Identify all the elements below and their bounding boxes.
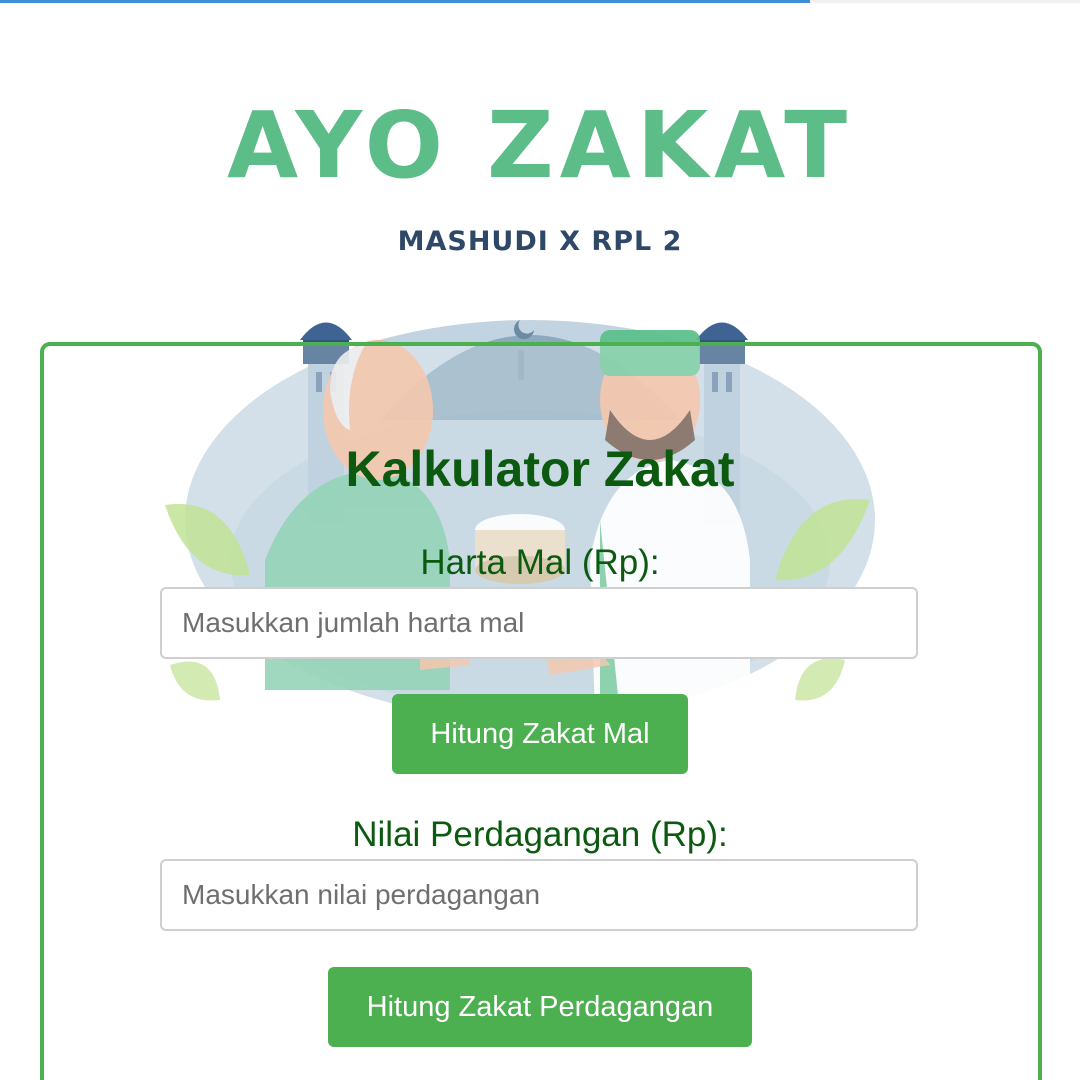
banner-subtitle: MASHUDI X RPL 2 xyxy=(397,226,683,257)
page: AYO ZAKAT MASHUDI X RPL 2 Kalkulator Zak… xyxy=(0,0,1080,1080)
hitung-zakat-perdagangan-button[interactable]: Hitung Zakat Perdagangan xyxy=(328,967,752,1047)
nilai-perdagangan-label: Nilai Perdagangan (Rp): xyxy=(352,815,728,854)
hitung-zakat-mal-button[interactable]: Hitung Zakat Mal xyxy=(392,694,688,774)
banner-title: AYO ZAKAT xyxy=(227,92,853,199)
harta-mal-input[interactable] xyxy=(160,587,918,659)
calculator-title: Kalkulator Zakat xyxy=(345,441,735,497)
nilai-perdagangan-input[interactable] xyxy=(160,859,918,931)
harta-mal-label: Harta Mal (Rp): xyxy=(420,543,660,582)
